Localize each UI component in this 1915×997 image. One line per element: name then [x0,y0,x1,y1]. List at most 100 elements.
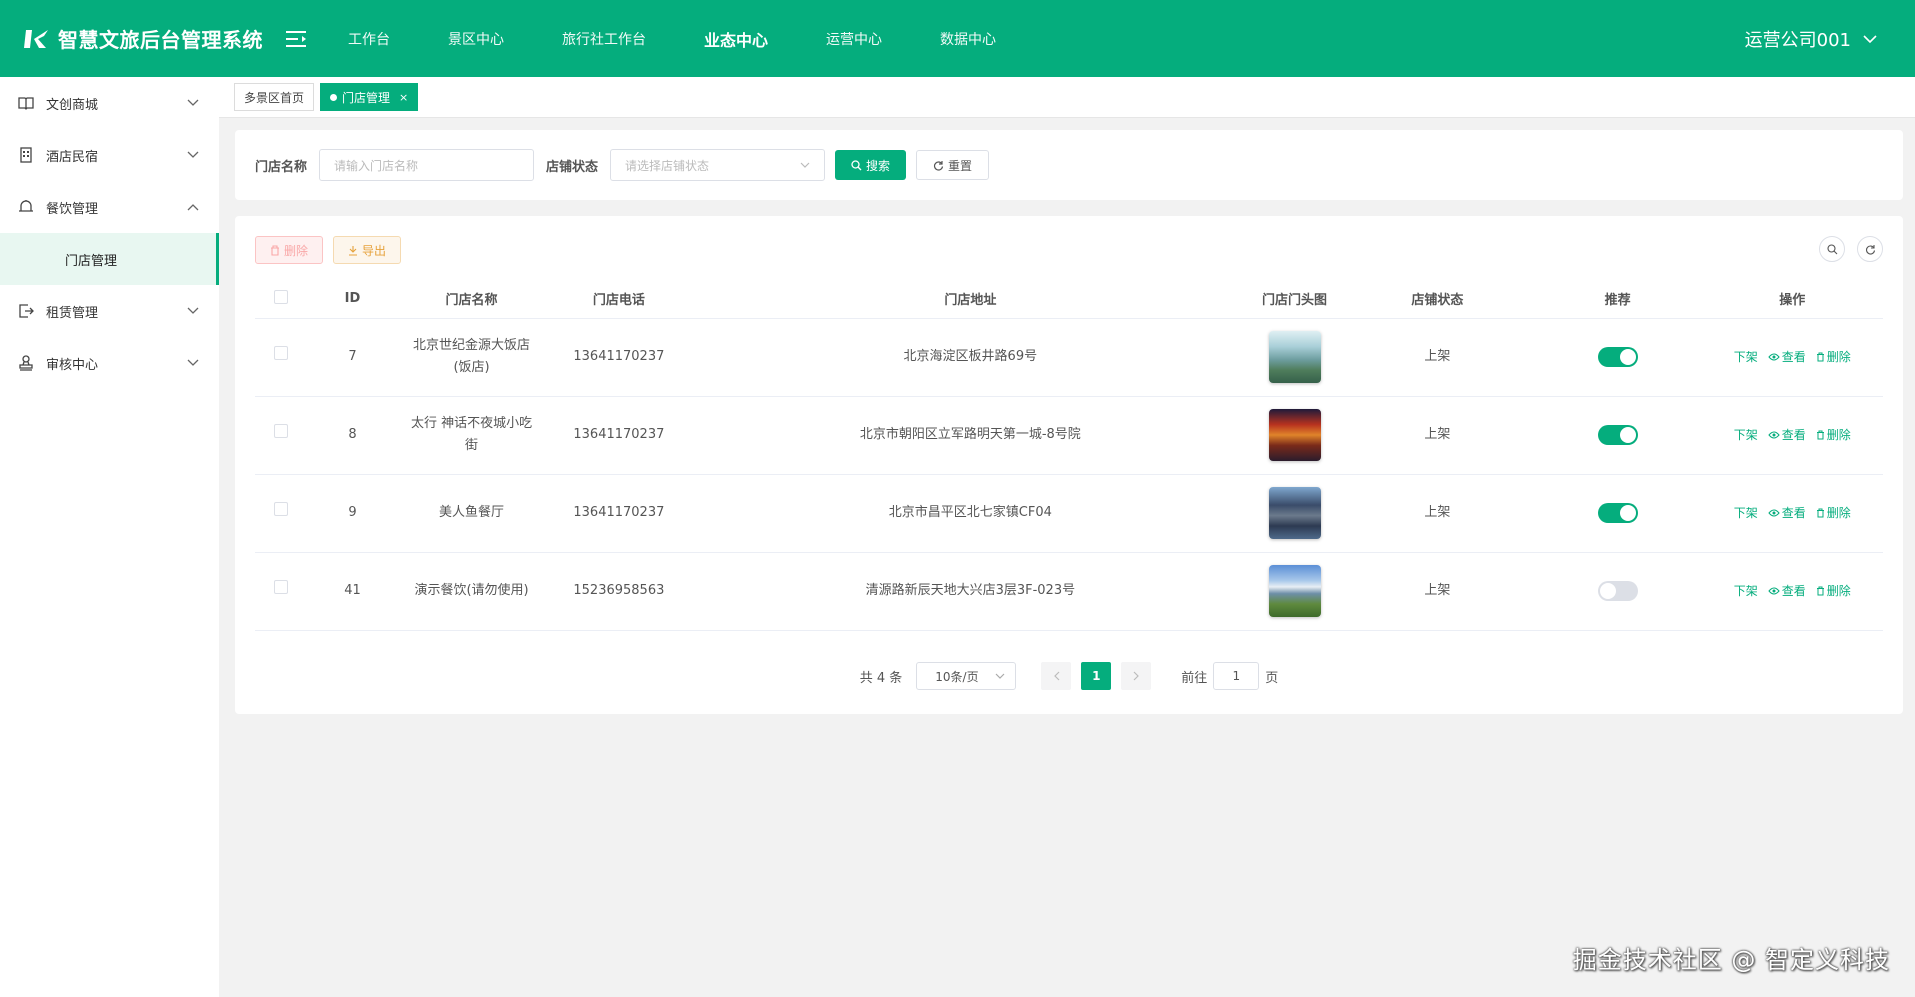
row-checkbox[interactable] [274,502,289,516]
sidebar-item-audit[interactable]: 审核中心 [0,337,219,389]
total-count: 共 4 条 [859,670,903,686]
refresh-icon [934,160,944,171]
eye-icon [1768,353,1780,361]
close-icon[interactable]: × [399,91,408,104]
sidebar-item-label: 租赁管理 [46,305,99,321]
sidebar-item-label: 文创商城 [46,97,99,113]
user-menu[interactable]: 运营公司001 [1745,0,1877,77]
chevron-down-icon [187,151,199,158]
store-thumbnail-image[interactable] [1268,565,1321,617]
page-number-current[interactable]: 1 [1081,662,1112,690]
refresh-table-button[interactable] [1857,236,1883,262]
view-link[interactable]: 查看 [1768,502,1806,524]
tab-home[interactable]: 多景区首页 [234,83,315,111]
address-cell: 北京市朝阳区立军路明天第一城-8号院 [692,396,1249,475]
goto-page-input[interactable]: 1 [1213,662,1260,690]
prev-page-button[interactable] [1041,662,1072,690]
header-store-status: 店铺状态 [1341,280,1534,319]
pagination: 共 4 条 10条/页 1 前往 1 页 [235,662,1903,690]
delete-label: 删除 [1826,428,1851,442]
nav-agency-workbench[interactable]: 旅行社工作台 [562,29,646,49]
stamp-icon [19,355,33,371]
nav-workbench[interactable]: 工作台 [348,29,390,49]
sidebar-subitem-store-management[interactable]: 门店管理 [0,233,219,285]
tab-store-management[interactable]: 门店管理 × [320,83,419,111]
page-unit: 页 [1265,670,1279,686]
recommend-switch[interactable] [1597,346,1638,367]
view-link[interactable]: 查看 [1768,580,1806,602]
next-page-button[interactable] [1121,662,1152,690]
store-thumbnail-image[interactable] [1268,331,1321,383]
image-cell [1248,552,1342,631]
row-checkbox[interactable] [274,580,289,594]
row-actions: 下架 查看 删除 [1702,580,1883,602]
batch-delete-button[interactable]: 删除 [255,236,324,264]
tab-label: 门店管理 [342,90,391,105]
take-down-link[interactable]: 下架 [1734,580,1758,602]
toggle-search-button[interactable] [1819,236,1845,262]
delete-link[interactable]: 删除 [1816,580,1851,602]
nav-operations-center[interactable]: 运营中心 [826,29,882,49]
chevron-down-icon [187,99,199,106]
delete-link[interactable]: 删除 [1816,502,1851,524]
bell-icon [19,200,33,212]
page-size-select[interactable]: 10条/页 [916,662,1017,690]
recommend-cell [1533,318,1702,397]
header-id: ID [307,280,398,319]
sidebar-item-hotel[interactable]: 酒店民宿 [0,129,219,181]
user-name: 运营公司001 [1744,29,1851,51]
recommend-switch[interactable] [1597,424,1638,445]
view-link[interactable]: 查看 [1768,424,1806,446]
store-thumbnail-image[interactable] [1268,409,1321,461]
switch-knob [1619,426,1636,443]
recommend-switch[interactable] [1597,502,1638,523]
sidebar: 文创商城 酒店民宿 餐饮管理 门店管理 租赁管理 审核中心 [0,77,219,997]
nav-scenic-center[interactable]: 景区中心 [448,29,504,49]
nav-data-center[interactable]: 数据中心 [940,29,996,49]
store-name-line2: (饭店) [453,360,490,375]
nav-business-center[interactable]: 业态中心 [704,27,768,51]
header-select [255,280,308,319]
store-thumbnail-image[interactable] [1268,487,1321,539]
take-down-link[interactable]: 下架 [1734,424,1758,446]
row-actions: 下架 查看 删除 [1702,346,1883,368]
sidebar-item-cultural-mall[interactable]: 文创商城 [0,77,219,129]
recommend-cell [1533,396,1702,475]
search-icon [851,159,862,170]
sidebar-item-label: 餐饮管理 [46,201,99,217]
actions-cell: 下架 查看 删除 [1701,474,1883,553]
search-button[interactable]: 搜索 [835,150,907,180]
reset-button[interactable]: 重置 [916,150,990,180]
store-status-select[interactable]: 请选择店铺状态 [610,149,826,181]
export-button[interactable]: 导出 [333,236,402,264]
actions-cell: 下架 查看 删除 [1701,318,1883,397]
sidebar-item-catering[interactable]: 餐饮管理 [0,181,219,233]
switch-knob [1619,348,1636,365]
trash-icon [1816,430,1824,440]
recommend-switch[interactable] [1597,580,1638,601]
table-toolbar: 删除 导出 [255,236,411,264]
store-name-input[interactable]: 请输入门店名称 [319,149,535,181]
top-header: 智慧文旅后台管理系统 工作台 景区中心 旅行社工作台 业态中心 运营中心 数据中… [0,0,1915,77]
row-actions: 下架 查看 删除 [1702,502,1883,524]
header-recommend: 推荐 [1533,280,1702,319]
sidebar-item-rental[interactable]: 租赁管理 [0,285,219,337]
row-actions: 下架 查看 删除 [1702,424,1883,446]
menu-fold-icon[interactable] [286,30,308,48]
recommend-cell [1533,474,1702,553]
eye-icon [1768,587,1780,595]
chevron-right-icon [1133,671,1139,681]
brand: 智慧文旅后台管理系统 [0,24,282,53]
select-all-checkbox[interactable] [274,289,289,304]
header-store-phone: 门店电话 [545,280,693,319]
sidebar-item-label: 审核中心 [46,357,99,373]
view-link[interactable]: 查看 [1768,346,1806,368]
take-down-link[interactable]: 下架 [1734,502,1758,524]
row-checkbox[interactable] [274,424,289,438]
delete-link[interactable]: 删除 [1816,424,1851,446]
store-name-cell: 演示餐饮(请勿使用) [397,552,546,631]
take-down-link[interactable]: 下架 [1734,346,1758,368]
active-dot [330,93,338,101]
delete-link[interactable]: 删除 [1816,346,1851,368]
row-checkbox[interactable] [274,346,289,360]
